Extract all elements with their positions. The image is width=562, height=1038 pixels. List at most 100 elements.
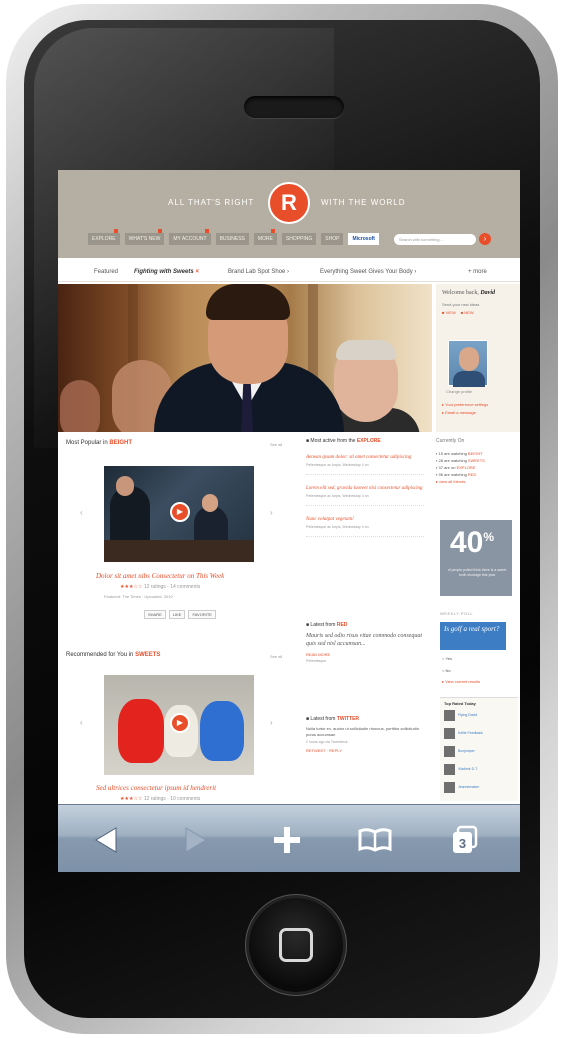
view-friends-link[interactable]: ▸ view all friends xyxy=(436,478,520,485)
video-thumbnail[interactable]: ▶ xyxy=(104,675,254,775)
rating-stars: ★★★☆☆ 12 ratings · 14 comments xyxy=(120,584,201,590)
avatar[interactable] xyxy=(448,340,488,387)
tweet-meta: 2 hours ago via Tweetdeck xyxy=(306,740,348,744)
pages-icon: 3 xyxy=(453,825,478,853)
new-link[interactable]: ■ NEW xyxy=(461,310,474,315)
latest-red-title: ■ Latest from RED xyxy=(306,622,348,628)
nav-item-shopping[interactable]: SHOPPING xyxy=(281,233,317,245)
site-logo[interactable]: R xyxy=(268,182,310,224)
search-input[interactable]: Search with something... xyxy=(394,234,476,245)
tab-brand-lab[interactable]: Brand Lab Spot Shoe › xyxy=(228,269,289,275)
bookmarks-button[interactable] xyxy=(358,823,392,857)
play-icon[interactable]: ▶ xyxy=(170,502,190,522)
view-link[interactable]: ■ VIEW xyxy=(442,310,456,315)
poll-option-no[interactable]: ○ No xyxy=(442,668,451,673)
tab-everything-sweet[interactable]: Everything Sweet Gives Your Body › xyxy=(320,269,416,275)
list-item[interactable]: Aenean ipsum dolor: sit amet consectetur… xyxy=(306,454,424,475)
stat-caption: of people polled think there is a sweet … xyxy=(447,568,507,577)
phone-screen: ALL THAT'S RIGHT R WITH THE WORLD EXPLOR… xyxy=(58,170,520,872)
list-item[interactable]: Nunc volutpat vegetam! Pellentesque ac t… xyxy=(306,516,424,537)
list-item[interactable]: ▪ 96 are watching RED xyxy=(436,471,520,478)
most-popular-see-all[interactable]: See all xyxy=(270,442,282,447)
list-item[interactable]: ▪ 28 are watching SWEETS xyxy=(436,457,520,464)
next-arrow-icon[interactable]: › xyxy=(270,508,273,517)
tweet-actions[interactable]: RETWEET · REPLY xyxy=(306,748,424,753)
rating-stars: ★★★☆☆ 12 ratings · 10 comments xyxy=(120,796,201,802)
nav-item-explore[interactable]: EXPLORE xyxy=(88,229,120,245)
home-button[interactable] xyxy=(249,898,343,992)
nav-item-business[interactable]: BUSINESS xyxy=(215,233,249,245)
close-icon[interactable]: × xyxy=(195,269,199,275)
add-bookmark-button[interactable] xyxy=(270,823,304,857)
list-item[interactable]: ▪ 15 are watching BEIGHT xyxy=(436,450,520,457)
content-tabs: Featured Fighting with Sweets × Brand La… xyxy=(58,262,520,282)
search-go-icon[interactable]: › xyxy=(479,233,491,245)
tab-featured[interactable]: Featured xyxy=(94,269,118,275)
preferences-link[interactable]: ▸ Your preference settings xyxy=(442,402,488,407)
nav-item-brand[interactable]: Microsoft xyxy=(348,233,379,245)
next-arrow-icon[interactable]: › xyxy=(270,718,273,727)
video-title[interactable]: Sed ultrices consectetur ipsum id hendre… xyxy=(96,784,216,792)
latest-red-quote: Mauris sed odio risus vitae commodo cons… xyxy=(306,633,422,647)
read-more-link[interactable]: READ MORE xyxy=(306,652,424,657)
user-greeting: Welcome back, David xyxy=(442,290,496,296)
list-item[interactable]: Kellie Feedback xyxy=(444,728,514,740)
currently-on-title: Currently On xyxy=(436,438,465,444)
forward-button[interactable] xyxy=(178,823,212,857)
avatar xyxy=(444,782,455,793)
site-header: ALL THAT'S RIGHT R WITH THE WORLD EXPLOR… xyxy=(58,170,520,258)
video-thumbnail[interactable]: ▶ xyxy=(104,466,254,562)
stat-box[interactable]: 40% of people polled think there is a sw… xyxy=(440,520,512,596)
share-row: SHARE LIKE FAVORITE xyxy=(144,610,216,619)
favorite-button[interactable]: FAVORITE xyxy=(188,610,216,619)
tweet-text: Nulla tortor ex, auctor ut sollicitudin … xyxy=(306,726,419,737)
list-item[interactable]: Boxjumper xyxy=(444,746,514,758)
user-subtext: Send your new ideas xyxy=(442,302,480,307)
latest-red-meta: Pellentesque xyxy=(306,659,327,663)
back-button[interactable] xyxy=(90,823,124,857)
latest-twitter: ■ Latest from TWITTER Nulla tortor ex, a… xyxy=(306,716,424,753)
plus-icon xyxy=(274,827,300,853)
avatar xyxy=(444,728,455,739)
back-arrow-icon xyxy=(95,827,117,853)
stat-value: 40% xyxy=(450,526,495,559)
play-icon[interactable]: ▶ xyxy=(170,713,190,733)
nav-item-my-account[interactable]: MY ACCOUNT xyxy=(169,229,211,245)
hero-image[interactable] xyxy=(58,284,432,432)
nav-item-shop[interactable]: SHOP xyxy=(321,233,344,245)
latest-twitter-title: ■ Latest from TWITTER xyxy=(306,716,360,722)
avatar-caption[interactable]: Change profile xyxy=(446,389,472,394)
avatar xyxy=(444,746,455,757)
tab-fighting-with-sweets[interactable]: Fighting with Sweets × xyxy=(134,269,199,275)
poll-option-yes[interactable]: ○ Yes xyxy=(442,656,452,661)
list-item[interactable]: ▪ 37 are on EXPLORE xyxy=(436,464,520,471)
email-link[interactable]: ▸ Email a message xyxy=(442,410,476,415)
hero-person-background xyxy=(60,380,100,432)
poll-results-link[interactable]: ▸ View current results xyxy=(442,679,480,684)
pages-button[interactable]: 3 xyxy=(448,823,482,857)
top-rated-title: Top Rated Today xyxy=(444,701,476,706)
list-item[interactable]: Jeannemaker xyxy=(444,782,514,794)
poll-title: WEEKLY POLL xyxy=(440,611,474,616)
list-item[interactable]: Lorem elit sed, gravida laoreet nisi con… xyxy=(306,485,424,506)
list-item[interactable]: Vladimir D.T. xyxy=(444,764,514,776)
poll-question: Is golf a real sport? xyxy=(440,622,506,650)
nav-item-more[interactable]: MORE xyxy=(253,229,277,245)
home-square-icon xyxy=(279,928,313,962)
avatar xyxy=(444,710,455,721)
currently-on-panel: Currently On ▪ 15 are watching BEIGHT ▪ … xyxy=(436,438,520,485)
most-active-list: ■ Most active from the EXPLORE Aenean ip… xyxy=(306,438,424,547)
list-item[interactable]: Flying David xyxy=(444,710,514,722)
tab-more[interactable]: + more xyxy=(468,269,487,275)
tagline-right: WITH THE WORLD xyxy=(321,198,406,207)
nav-item-whats-new[interactable]: WHAT'S NEW xyxy=(124,229,165,245)
tagline-left: ALL THAT'S RIGHT xyxy=(168,198,255,207)
like-button[interactable]: LIKE xyxy=(168,610,186,619)
top-rated-panel: Top Rated Today Flying David Kellie Feed… xyxy=(440,697,518,801)
recommended-see-all[interactable]: See all xyxy=(270,654,282,659)
video-title[interactable]: Dolor sit amet nibs Consectetur on This … xyxy=(96,572,224,580)
main-nav: EXPLORE WHAT'S NEW MY ACCOUNT BUSINESS M… xyxy=(88,229,379,245)
prev-arrow-icon[interactable]: ‹ xyxy=(80,718,83,727)
prev-arrow-icon[interactable]: ‹ xyxy=(80,508,83,517)
share-button[interactable]: SHARE xyxy=(144,610,166,619)
